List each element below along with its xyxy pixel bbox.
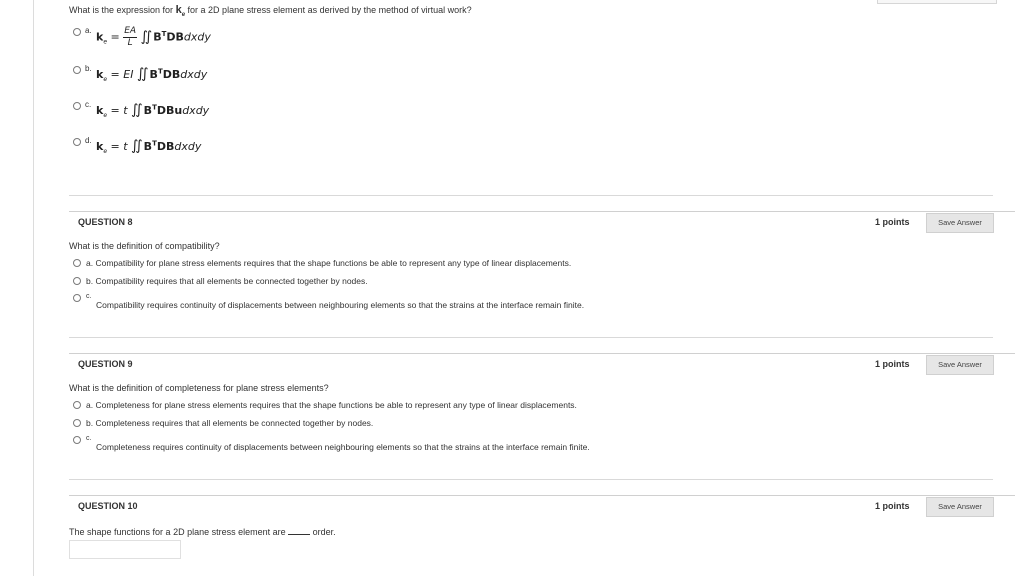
q8-option-b-label: b. Compatibility requires that all eleme… [86, 276, 368, 286]
q10-points: 1 points [875, 501, 910, 511]
equals: = [110, 30, 120, 44]
top-tab-edge [877, 0, 997, 4]
q7-option-d-letter: d. [85, 136, 92, 145]
coefficient: t [123, 140, 128, 153]
q9-option-c-label: Completeness requires continuity of disp… [96, 442, 590, 452]
q9-option-c-radio[interactable] [73, 436, 81, 444]
q7-prompt-text-2: for a 2D plane stress element as derived… [187, 5, 472, 15]
q10-prompt-text-2: order. [312, 527, 336, 537]
integrand-rest: DB [166, 30, 184, 44]
coefficient: t [123, 104, 128, 117]
integrand: B [143, 104, 153, 117]
k-sub: e [103, 112, 108, 120]
q8-prompt: What is the definition of compatibility? [69, 241, 220, 251]
q9-prompt: What is the definition of completeness f… [69, 383, 329, 393]
q7-option-c-letter: c. [85, 100, 92, 109]
q8-option-c-radio[interactable] [73, 294, 81, 302]
fraction-den: L [127, 38, 133, 48]
question-divider [69, 337, 993, 338]
double-integral-icon: ∫∫ [131, 102, 142, 118]
differential: dxdy [182, 104, 210, 117]
q8-option-b-radio[interactable] [73, 277, 81, 285]
q8-save-answer-button[interactable]: Save Answer [926, 213, 994, 233]
k-sub: e [103, 76, 108, 84]
fraction: EA L [123, 26, 138, 49]
q8-points: 1 points [875, 217, 910, 227]
q9-save-answer-button[interactable]: Save Answer [926, 355, 994, 375]
q7-option-a-formula: ke = EA L ∫∫ BTDBdxdy [96, 26, 211, 49]
q7-prompt-k-sub: e [181, 12, 186, 19]
q9-title: QUESTION 9 [78, 359, 133, 369]
fraction-num: EA [123, 26, 138, 38]
left-border [33, 0, 34, 576]
q8-option-c-label: Compatibility requires continuity of dis… [96, 300, 585, 310]
q8-title: QUESTION 8 [78, 217, 133, 227]
q9-header: QUESTION 9 1 points Save Answer [69, 353, 1015, 376]
q7-option-b-radio[interactable] [73, 66, 81, 74]
k-sub: e [103, 38, 108, 46]
q8-header: QUESTION 8 1 points Save Answer [69, 211, 1015, 234]
question-divider [69, 195, 993, 196]
integrand-rest: DBu [156, 104, 183, 117]
q10-title: QUESTION 10 [78, 501, 138, 511]
q10-prompt: The shape functions for a 2D plane stres… [69, 525, 336, 537]
differential: dxdy [180, 68, 208, 81]
q7-option-c-radio[interactable] [73, 102, 81, 110]
q9-option-c-letter: c. [86, 435, 92, 442]
integrand: B [149, 68, 158, 81]
q7-option-d-formula: ke = t ∫∫ BTDBdxdy [96, 138, 201, 155]
integrand-rest: DB [156, 140, 175, 153]
q10-header: QUESTION 10 1 points Save Answer [69, 495, 1015, 518]
q9-points: 1 points [875, 359, 910, 369]
q9-option-b-radio[interactable] [73, 419, 81, 427]
double-integral-icon: ∫∫ [140, 28, 152, 45]
k-sub: e [103, 148, 108, 156]
q10-save-answer-button[interactable]: Save Answer [926, 497, 994, 517]
q10-answer-input[interactable] [69, 540, 181, 559]
equals: = [110, 104, 120, 117]
differential: dxdy [183, 30, 211, 44]
integrand: B [143, 140, 153, 153]
equals: = [110, 68, 120, 81]
q7-option-a-radio[interactable] [73, 28, 81, 36]
double-integral-icon: ∫∫ [136, 66, 148, 82]
fill-in-blank-line [288, 525, 311, 535]
integrand-rest: DB [162, 68, 181, 81]
q7-option-b-letter: b. [85, 64, 92, 73]
q9-option-a-label: a. Completeness for plane stress element… [86, 400, 577, 410]
question-divider [69, 479, 993, 480]
q7-option-d-radio[interactable] [73, 138, 81, 146]
integrand: B [153, 30, 162, 44]
q8-option-c-letter: c. [86, 293, 92, 300]
coefficient: EI [123, 68, 134, 81]
q7-option-b-formula: ke = EI ∫∫ BTDBdxdy [96, 66, 207, 83]
equals: = [110, 140, 120, 153]
q9-option-a-radio[interactable] [73, 401, 81, 409]
q7-prompt: What is the expression for ke for a 2D p… [69, 4, 472, 18]
q7-option-c-formula: ke = t ∫∫ BTDBudxdy [96, 102, 209, 119]
q9-option-b-label: b. Completeness requires that all elemen… [86, 418, 374, 428]
q8-option-a-radio[interactable] [73, 259, 81, 267]
q7-prompt-text: What is the expression for [69, 5, 174, 15]
q10-prompt-text: The shape functions for a 2D plane stres… [69, 527, 286, 537]
q8-option-a-label: a. Compatibility for plane stress elemen… [86, 258, 572, 268]
q7-option-a-letter: a. [85, 26, 92, 35]
double-integral-icon: ∫∫ [131, 138, 142, 154]
differential: dxdy [174, 140, 202, 153]
